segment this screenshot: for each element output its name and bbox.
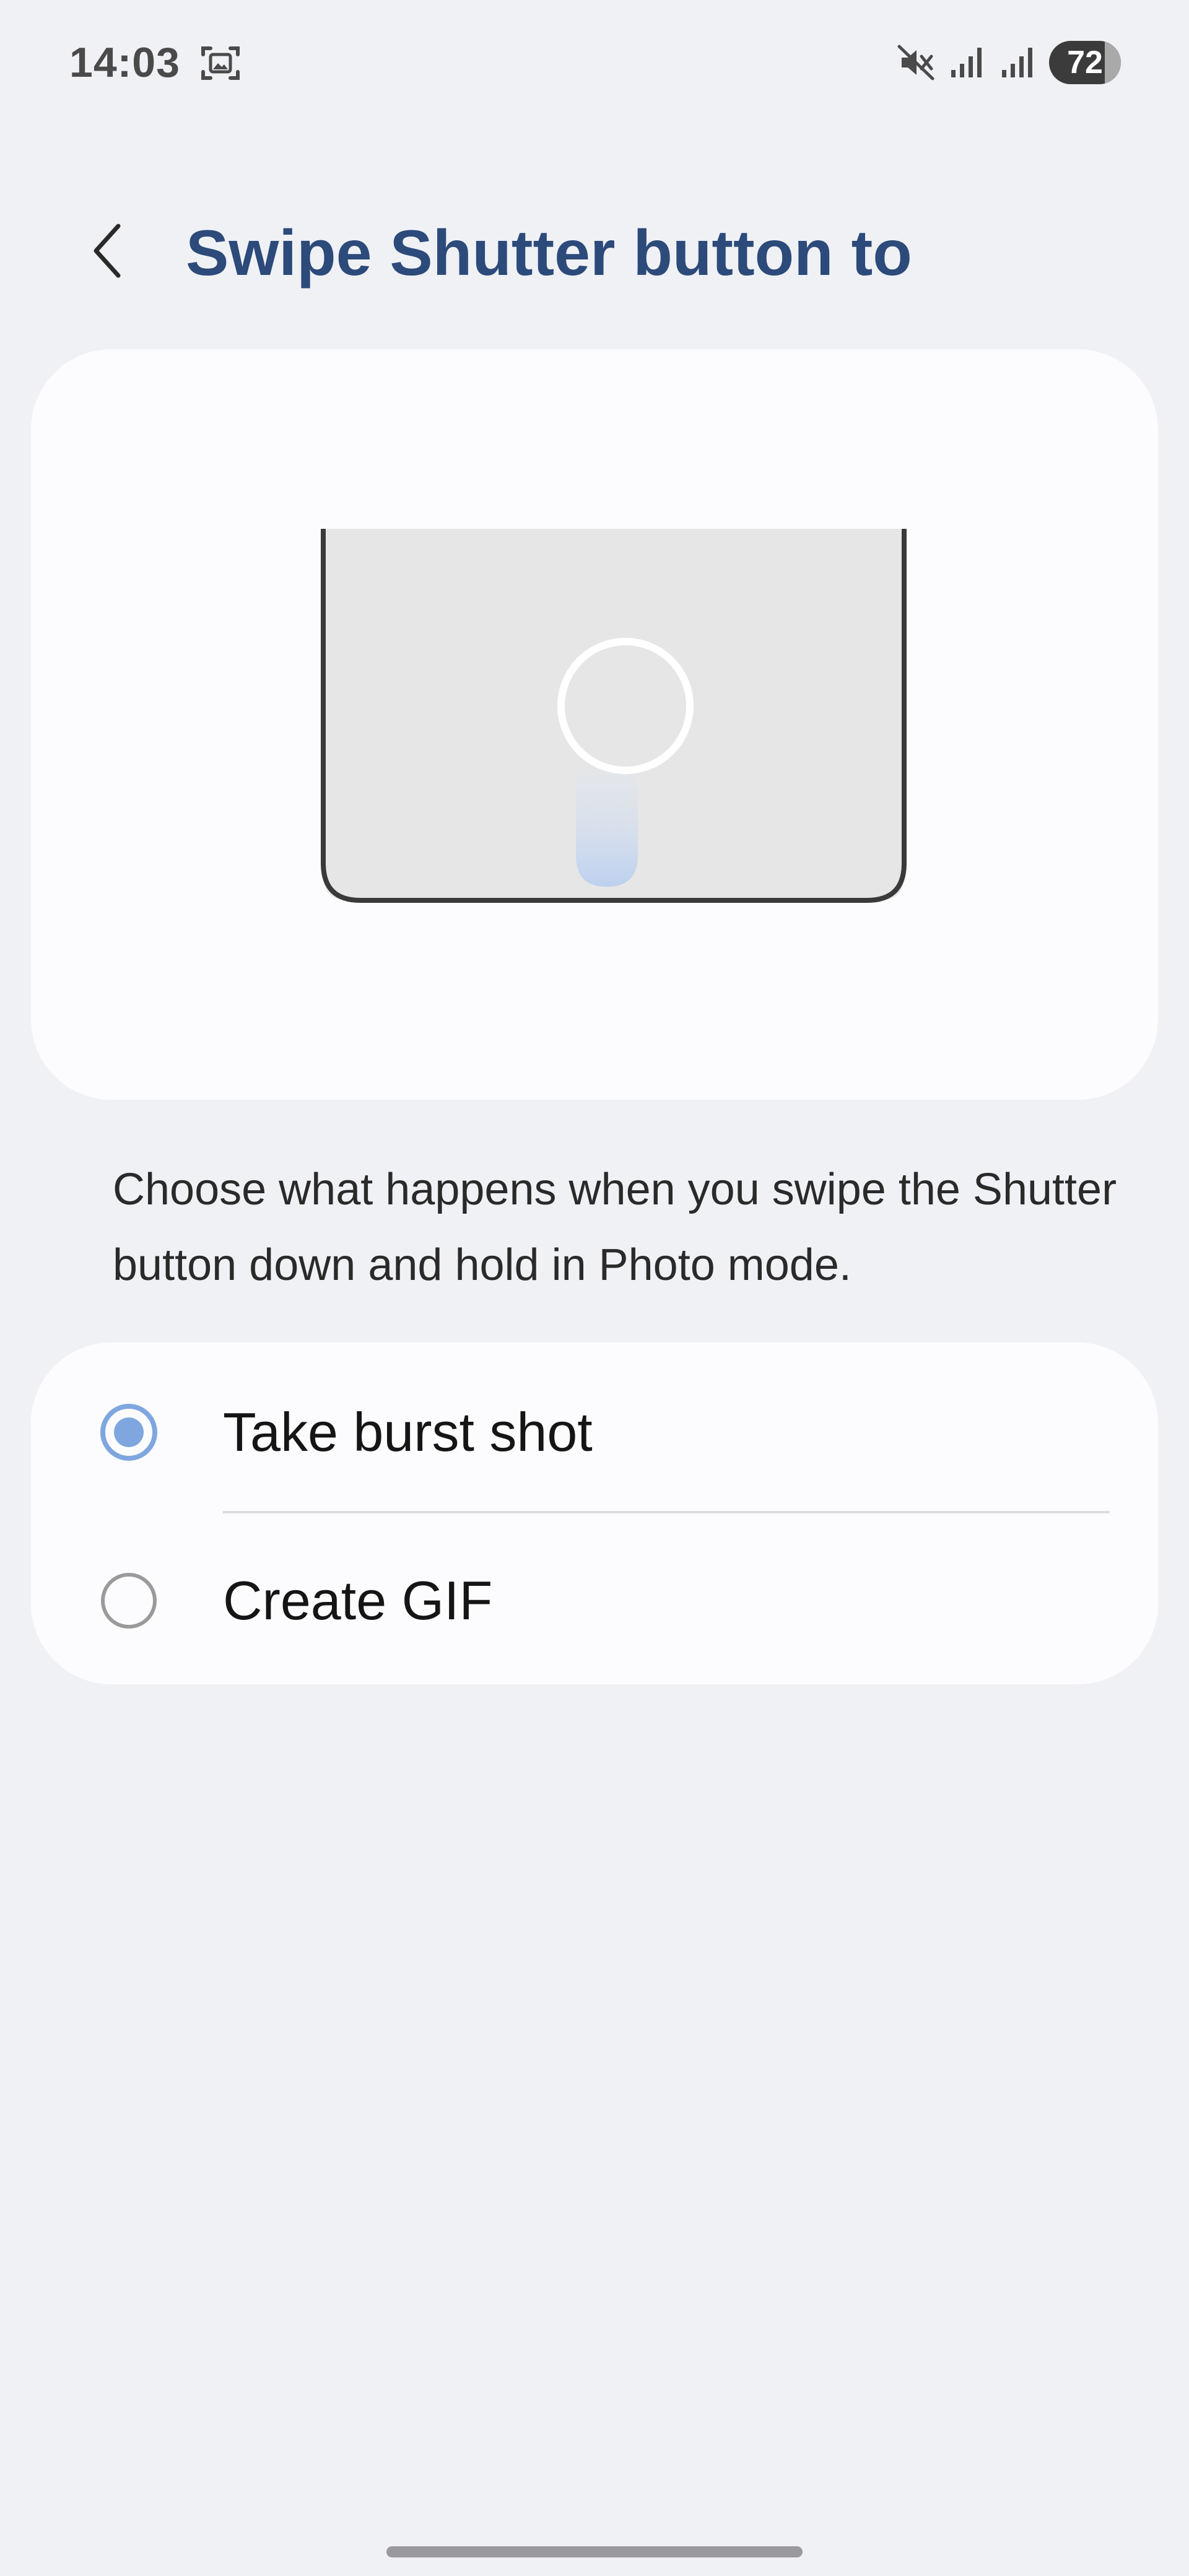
option-take-burst-shot[interactable]: Take burst shot: [31, 1349, 1158, 1516]
battery-indicator: 72: [1049, 41, 1121, 84]
option-create-gif[interactable]: Create GIF: [31, 1517, 1158, 1684]
options-card: Take burst shot Create GIF: [31, 1342, 1158, 1684]
home-indicator[interactable]: [386, 2546, 803, 2557]
option-label: Take burst shot: [223, 1401, 593, 1463]
screenshot-icon: [199, 43, 242, 83]
chevron-left-icon: [94, 224, 121, 278]
battery-level: 72: [1067, 45, 1103, 80]
status-bar: 14:03 72: [0, 0, 1189, 130]
description-text: Choose what happens when you swipe the S…: [113, 1165, 1117, 1290]
illustration-card: [31, 349, 1158, 1100]
header: Swipe Shutter button to: [0, 198, 1189, 303]
radio-unselected-icon[interactable]: [99, 1571, 159, 1630]
status-time: 14:03: [69, 39, 180, 86]
radio-selected-icon[interactable]: [99, 1403, 159, 1462]
page-title: Swipe Shutter button to: [186, 217, 912, 289]
shutter-swipe-illustration: [321, 529, 907, 903]
status-icons: 72: [897, 38, 1121, 87]
signal-icon: [998, 43, 1038, 82]
back-button[interactable]: [81, 223, 136, 279]
option-label: Create GIF: [223, 1570, 493, 1631]
mute-icon: [897, 43, 936, 82]
divider: [223, 1511, 1110, 1513]
signal-icon: [947, 43, 987, 82]
